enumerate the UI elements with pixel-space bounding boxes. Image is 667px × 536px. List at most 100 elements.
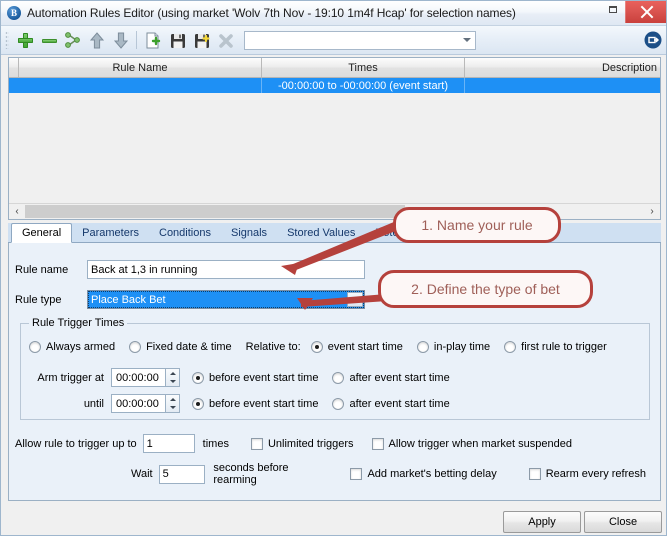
label-allow-trigger-market-suspended: Allow trigger when market suspended — [388, 437, 572, 450]
allow-trigger-suffix-label: times — [202, 437, 229, 450]
scroll-right-arrow-icon[interactable]: › — [644, 204, 660, 219]
checkbox-allow-trigger-market-suspended[interactable] — [371, 437, 384, 450]
label-until-after-event-start: after event start time — [349, 397, 450, 410]
rule-name-input[interactable]: Back at 1,3 in running — [87, 260, 365, 279]
radio-always-armed[interactable] — [29, 341, 41, 353]
radio-first-rule-to-trigger[interactable] — [504, 341, 517, 353]
allow-trigger-prefix-label: Allow rule to trigger up to — [15, 437, 137, 450]
rule-trigger-times-title: Rule Trigger Times — [29, 317, 128, 329]
window-controls — [603, 1, 666, 26]
move-up-button[interactable] — [85, 29, 109, 52]
until-label: until — [83, 397, 104, 410]
rule-type-row: Rule type Place Back Bet — [15, 290, 365, 309]
arm-trigger-spin-buttons[interactable] — [165, 368, 180, 387]
checkbox-rearm-every-refresh[interactable] — [528, 468, 541, 480]
rule-trigger-times-group: Rule Trigger Times Always armed Fixed da… — [20, 317, 650, 420]
rule-type-value: Place Back Bet — [91, 293, 166, 306]
tab-stored-values[interactable]: Stored Values — [277, 223, 365, 242]
tab-general[interactable]: General — [11, 223, 73, 243]
tab-conditions[interactable]: Conditions — [149, 223, 221, 242]
radio-event-start-time[interactable] — [310, 341, 323, 353]
spin-up-icon[interactable] — [166, 395, 179, 404]
allow-trigger-count-input[interactable]: 1 — [142, 434, 195, 453]
spin-up-icon[interactable] — [166, 369, 179, 378]
radio-arm-before-event-start[interactable] — [192, 371, 204, 384]
until-stepper[interactable]: 00:00:00 — [111, 394, 180, 413]
spin-down-icon[interactable] — [166, 404, 179, 413]
until-spin-buttons[interactable] — [165, 394, 180, 413]
new-document-icon — [146, 32, 161, 48]
close-button[interactable]: Close — [584, 511, 662, 533]
arm-trigger-input[interactable]: 00:00:00 — [111, 368, 165, 387]
move-down-button[interactable] — [109, 29, 133, 52]
label-fixed-date-time: Fixed date & time — [146, 341, 232, 353]
label-arm-after-event-start: after event start time — [349, 371, 450, 384]
radio-arm-after-event-start[interactable] — [332, 371, 345, 384]
tab-signals[interactable]: Signals — [221, 223, 277, 242]
allow-trigger-row: Allow rule to trigger up to 1 times Unli… — [15, 434, 586, 453]
new-file-button[interactable] — [140, 29, 164, 52]
rule-type-combo[interactable]: Place Back Bet — [87, 290, 365, 309]
save-button[interactable] — [166, 29, 190, 52]
column-header-description[interactable]: Description — [465, 58, 660, 77]
cell-times: -00:00:00 to -00:00:00 (event start) — [262, 78, 465, 93]
restore-window-button[interactable] — [603, 2, 625, 16]
save-as-button[interactable] — [190, 29, 214, 52]
remove-rule-button[interactable] — [37, 29, 61, 52]
rules-list-empty-area — [9, 93, 660, 204]
pin-icon — [644, 31, 662, 49]
label-in-play-time: in-play time — [433, 341, 491, 353]
label-relative-to: Relative to: — [245, 341, 301, 353]
arm-trigger-label: Arm trigger at — [37, 371, 104, 384]
apply-button[interactable]: Apply — [503, 511, 581, 533]
bet-angel-b-icon: B — [7, 6, 21, 20]
scrollbar-thumb[interactable] — [25, 205, 405, 218]
rule-file-combo[interactable] — [244, 30, 476, 50]
tab-strip: General Parameters Conditions Signals St… — [8, 223, 661, 243]
label-until-before-event-start: before event start time — [209, 397, 319, 410]
label-first-rule-to-trigger: first rule to trigger — [521, 341, 607, 353]
radio-fixed-date-time[interactable] — [129, 341, 142, 353]
delete-button[interactable] — [214, 29, 238, 52]
wait-label: Wait — [131, 468, 153, 480]
add-rule-button[interactable] — [13, 29, 37, 52]
arrow-down-icon — [113, 32, 129, 49]
until-row: until 00:00:00 before event start time a… — [29, 394, 464, 413]
toolbar-grip[interactable] — [5, 31, 9, 49]
rules-list-panel: Rule Name Times Description -00:00:00 to… — [8, 57, 661, 220]
branch-rule-button[interactable] — [61, 29, 85, 52]
rules-list-header: Rule Name Times Description — [9, 58, 660, 78]
spin-down-icon[interactable] — [166, 378, 179, 387]
wait-suffix-label: seconds before rearming — [213, 462, 289, 486]
delete-x-icon — [219, 33, 233, 48]
checkbox-unlimited-triggers[interactable] — [250, 437, 263, 450]
column-header-rule-name[interactable]: Rule Name — [19, 58, 262, 77]
checkbox-add-betting-delay[interactable] — [350, 468, 363, 480]
radio-until-after-event-start[interactable] — [332, 397, 345, 410]
chevron-down-icon — [463, 38, 471, 42]
tab-parameters[interactable]: Parameters — [72, 223, 149, 242]
label-event-start-time: event start time — [327, 341, 403, 353]
cell-rule-name — [19, 78, 262, 93]
rule-type-label: Rule type — [15, 293, 62, 306]
table-row[interactable]: -00:00:00 to -00:00:00 (event start) — [9, 78, 660, 93]
until-input[interactable]: 00:00:00 — [111, 394, 165, 413]
radio-in-play-time[interactable] — [416, 341, 429, 353]
automation-rules-editor-window: B Automation Rules Editor (using market … — [0, 0, 667, 536]
wait-row: Wait 5 seconds before rearming Add marke… — [131, 462, 660, 486]
arm-trigger-stepper[interactable]: 00:00:00 — [111, 368, 180, 387]
scroll-left-arrow-icon[interactable]: ‹ — [9, 204, 25, 219]
rule-name-row: Rule name Back at 1,3 in running — [15, 260, 365, 279]
rule-type-chevron-down-icon[interactable] — [347, 292, 363, 307]
rules-list-horizontal-scrollbar[interactable]: ‹ › — [9, 203, 660, 219]
column-header-times[interactable]: Times — [262, 58, 465, 77]
arm-trigger-row: Arm trigger at 00:00:00 before event sta… — [29, 368, 464, 387]
pin-button[interactable] — [644, 31, 662, 49]
radio-until-before-event-start[interactable] — [192, 397, 204, 410]
rule-name-label: Rule name — [15, 263, 69, 276]
annotation-callout-1: 1. Name your rule — [393, 207, 561, 243]
wait-seconds-input[interactable]: 5 — [158, 464, 206, 484]
close-window-button[interactable] — [625, 1, 666, 23]
label-unlimited-triggers: Unlimited triggers — [267, 437, 354, 450]
trigger-mode-row: Always armed Fixed date & time Relative … — [29, 341, 621, 353]
